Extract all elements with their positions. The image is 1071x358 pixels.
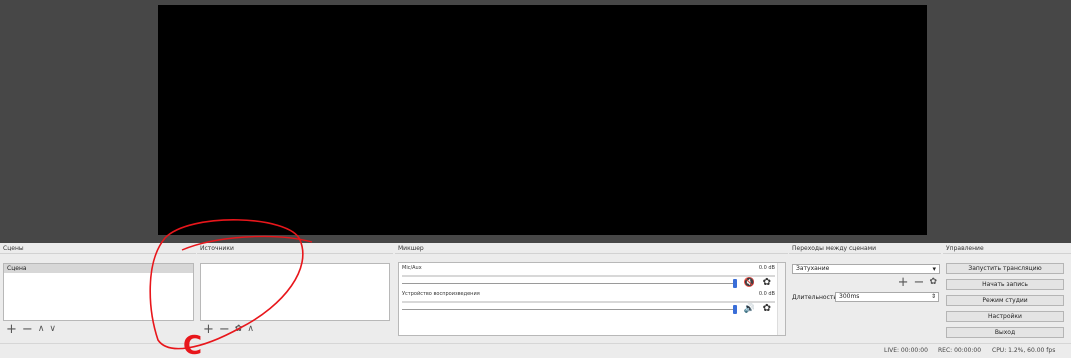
mixer-channel-name: Устройство воспроизведения [402,291,480,297]
rec-timer: REC: 00:00:00 [938,347,982,354]
transition-properties-gear-icon[interactable]: ✿ [929,276,937,289]
add-scene-button[interactable]: + [6,323,17,336]
volume-meter [402,275,775,277]
remove-scene-button[interactable]: − [22,323,33,336]
move-scene-down-button[interactable]: ∨ [49,323,56,336]
transition-select[interactable]: Затухание ▾ [792,264,940,274]
volume-fader-track[interactable] [402,283,735,284]
remove-transition-button[interactable]: − [914,276,925,289]
exit-button[interactable]: Выход [946,327,1064,338]
settings-button[interactable]: Настройки [946,311,1064,322]
volume-fader-track[interactable] [402,309,735,310]
mixer-dock-title: Микшер [395,243,788,254]
remove-source-button[interactable]: − [219,323,230,336]
live-timer: LIVE: 00:00:00 [884,347,928,354]
preview-canvas[interactable] [158,5,927,235]
transitions-toolbar: + − ✿ [898,276,937,289]
controls-dock: Управление Запустить трансляцию Начать з… [943,243,1071,343]
spin-arrows-icon: ⇕ [930,293,936,300]
duration-label: Длительность [792,294,837,301]
volume-fader-handle[interactable] [733,279,737,288]
mixer-channel-desktop: Устройство воспроизведения 0.0 dB 🔊 ✿ [399,291,785,319]
gear-icon[interactable]: ✿ [763,277,771,288]
duration-value: 300ms [839,293,860,300]
source-properties-gear-icon[interactable]: ✿ [235,323,243,336]
move-scene-up-button[interactable]: ∧ [38,323,45,336]
transitions-dock: Переходы между сценами Затухание ▾ + − ✿… [789,243,941,343]
add-transition-button[interactable]: + [898,276,909,289]
transitions-dock-title: Переходы между сценами [789,243,941,254]
cpu-fps-readout: CPU: 1.2%, 60.00 fps [992,347,1056,354]
gear-icon[interactable]: ✿ [763,303,771,314]
mixer-channel-name: Mic/Aux [402,265,422,271]
speaker-icon[interactable]: 🔊 [744,304,755,314]
move-source-up-button[interactable]: ∧ [247,323,254,336]
speaker-muted-icon[interactable]: 🔇 [744,278,755,288]
chevron-down-icon: ▾ [932,265,936,273]
mixer-channel-db: 0.0 dB [758,265,775,271]
start-streaming-button[interactable]: Запустить трансляцию [946,263,1064,274]
duration-spinbox[interactable]: 300ms ⇕ [835,292,939,302]
sources-dock-title: Источники [197,243,393,254]
scenes-toolbar: + − ∧ ∨ [6,323,56,336]
mixer-panel: Mic/Aux 0.0 dB 🔇 ✿ Устройство воспроизве… [398,262,786,336]
mixer-channel-db: 0.0 dB [758,291,775,297]
scenes-dock-title: Сцены [0,243,196,254]
status-bar: LIVE: 00:00:00 REC: 00:00:00 CPU: 1.2%, … [0,343,1071,358]
start-recording-button[interactable]: Начать запись [946,279,1064,290]
volume-fader-handle[interactable] [733,305,737,314]
preview-area [0,0,1071,243]
controls-dock-title: Управление [943,243,1071,254]
sources-toolbar: + − ✿ ∧ [203,323,254,336]
volume-meter [402,301,775,303]
sources-list[interactable] [200,263,390,321]
sources-dock: Источники + − ✿ ∧ [197,243,393,343]
scenes-list[interactable]: Сцена [3,263,194,321]
transition-select-value: Затухание [796,265,830,272]
mixer-scrollbar[interactable] [777,263,785,335]
mixer-channel-mic: Mic/Aux 0.0 dB 🔇 ✿ [399,265,785,293]
studio-mode-button[interactable]: Режим студии [946,295,1064,306]
mixer-dock: Микшер Mic/Aux 0.0 dB 🔇 ✿ Устройство вос… [395,243,788,343]
scenes-dock: Сцены Сцена + − ∧ ∨ [0,243,196,343]
scene-list-item[interactable]: Сцена [4,264,193,273]
add-source-button[interactable]: + [203,323,214,336]
